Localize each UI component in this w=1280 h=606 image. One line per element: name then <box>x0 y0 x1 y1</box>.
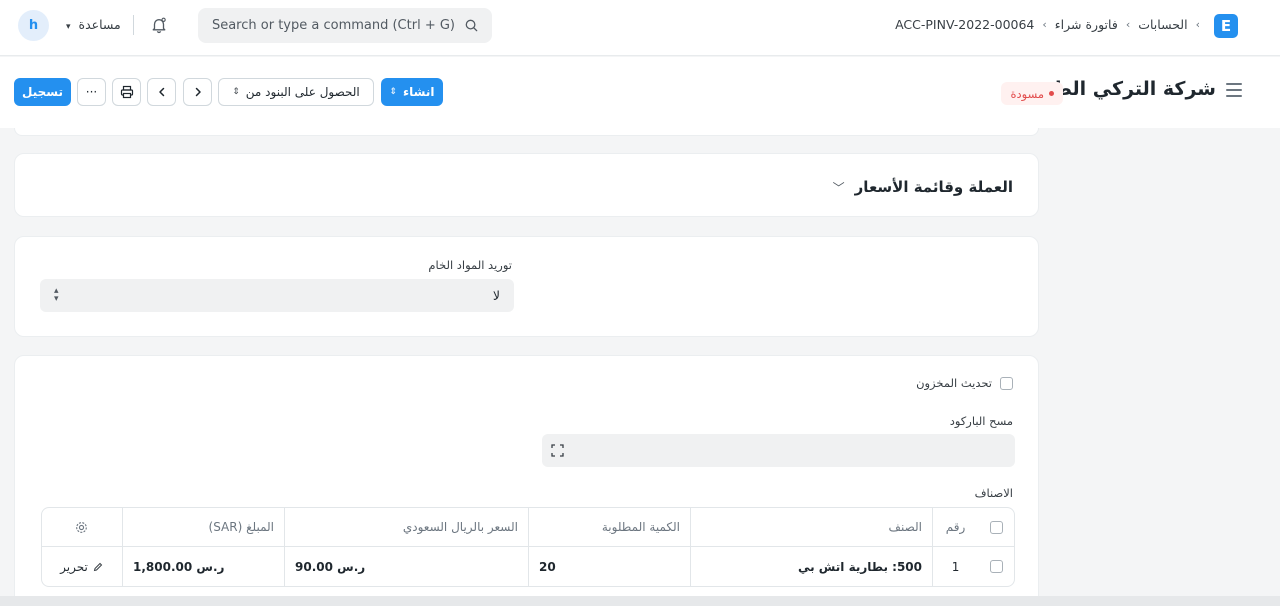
barcode-input[interactable] <box>542 434 1015 467</box>
chevron-down-icon: ﹀ <box>832 180 845 195</box>
get-items-label: الحصول على البنود من <box>245 85 360 99</box>
next-doc-button[interactable] <box>183 78 212 106</box>
row-no: 1 <box>932 547 978 586</box>
scan-icon <box>551 444 564 457</box>
navbar-divider <box>133 15 134 35</box>
search-bar[interactable]: Search or type a command (Ctrl + G) <box>198 8 492 43</box>
currency-section-toggle[interactable]: العملة وقائمة الأسعار ﹀ <box>833 178 1013 196</box>
row-edit-button[interactable]: تحرير <box>42 547 122 586</box>
prev-doc-button[interactable] <box>147 78 176 106</box>
update-stock-checkbox[interactable] <box>1000 377 1013 390</box>
print-button[interactable] <box>112 78 141 106</box>
create-label: انشاء <box>403 85 435 99</box>
submit-label: تسجيل <box>22 85 63 99</box>
notification-bell-icon[interactable] <box>150 16 168 34</box>
table-header-row: رقم الصنف الكمية المطلوبة السعر بالريال … <box>42 508 1014 547</box>
navbar: E › الحسابات › فاتورة شراء › ACC-PINV-20… <box>0 0 1280 56</box>
barcode-label: مسح الباركود <box>949 414 1013 428</box>
chevron-left-icon: › <box>1042 18 1047 31</box>
sidebar-toggle-icon[interactable] <box>1226 83 1242 97</box>
create-button[interactable]: انشاء ⇕ <box>381 78 443 106</box>
help-label: مساعدة <box>78 17 121 32</box>
status-label: مسودة <box>1010 86 1044 101</box>
submit-button[interactable]: تسجيل <box>14 78 71 106</box>
more-icon: ··· <box>85 85 98 99</box>
row-qty[interactable]: 20 <box>528 547 690 586</box>
get-items-from-button[interactable]: الحصول على البنود من ⇕ <box>218 78 374 106</box>
breadcrumb-purchase-invoice[interactable]: فاتورة شراء <box>1055 17 1118 32</box>
select-updown-icon: ▴ ▾ <box>54 286 59 304</box>
chevron-left-icon: › <box>1195 18 1200 31</box>
select-updown-icon: ⇕ <box>389 86 398 97</box>
more-options-button[interactable]: ··· <box>77 78 106 106</box>
search-placeholder: Search or type a command (Ctrl + G) <box>211 18 455 33</box>
row-rate[interactable]: ر.س 90.00 <box>284 547 528 586</box>
breadcrumb-accounts[interactable]: الحسابات <box>1138 17 1187 32</box>
select-all-checkbox[interactable] <box>989 520 1003 534</box>
raw-materials-section: توريد المواد الخام لا ▴ ▾ <box>14 236 1039 337</box>
breadcrumb: › الحسابات › فاتورة شراء › ACC-PINV-2022… <box>895 17 1200 32</box>
page-head: شركة التركي الطبية مسودة انشاء ⇕ الحصول … <box>0 57 1280 128</box>
chevron-left-icon <box>158 87 164 97</box>
avatar[interactable]: h <box>18 10 49 41</box>
previous-section-edge <box>14 128 1039 136</box>
header-amount: المبلغ (SAR) <box>122 508 284 546</box>
raw-materials-label: توريد المواد الخام <box>428 258 512 272</box>
header-no: رقم <box>932 508 978 546</box>
chevron-down-icon: ▾ <box>66 22 71 32</box>
items-section: تحديث المخزون مسح الباركود الاصناف رقم ا… <box>14 355 1039 606</box>
currency-section: العملة وقائمة الأسعار ﹀ <box>14 153 1039 217</box>
chevron-right-icon <box>195 87 201 97</box>
status-dot-icon <box>1049 91 1054 96</box>
horizontal-scrollbar[interactable] <box>0 596 1280 606</box>
chevron-left-icon: › <box>1125 18 1131 31</box>
raw-materials-select[interactable]: لا ▴ ▾ <box>40 279 514 312</box>
currency-section-title: العملة وقائمة الأسعار <box>854 178 1013 196</box>
update-stock-label: تحديث المخزون <box>916 376 992 390</box>
raw-materials-value: لا <box>492 288 500 303</box>
printer-icon <box>120 85 133 99</box>
header-item: الصنف <box>690 508 932 546</box>
status-badge: مسودة <box>1001 82 1063 105</box>
header-qty: الكمية المطلوبة <box>528 508 690 546</box>
row-item[interactable]: 500: بطارية اتش بي <box>690 547 932 586</box>
pencil-icon <box>93 562 103 571</box>
search-icon <box>465 19 478 32</box>
header-settings-cell <box>42 508 122 546</box>
select-updown-icon: ⇕ <box>232 86 240 97</box>
row-checkbox-cell <box>978 547 1014 586</box>
items-table-label: الاصناف <box>974 486 1013 500</box>
header-checkbox-cell <box>978 508 1014 546</box>
items-table: رقم الصنف الكمية المطلوبة السعر بالريال … <box>41 507 1015 587</box>
table-row[interactable]: 1 500: بطارية اتش بي 20 ر.س 90.00 ر.س 1,… <box>42 547 1014 586</box>
row-amount: ر.س 1,800.00 <box>122 547 284 586</box>
breadcrumb-document[interactable]: ACC-PINV-2022-00064 <box>895 17 1034 32</box>
help-dropdown[interactable]: مساعدة ▾ <box>66 17 121 32</box>
row-checkbox[interactable] <box>989 560 1003 573</box>
header-rate: السعر بالريال السعودي <box>284 508 528 546</box>
app-logo[interactable]: E <box>1214 14 1238 38</box>
gear-icon[interactable] <box>75 521 88 534</box>
